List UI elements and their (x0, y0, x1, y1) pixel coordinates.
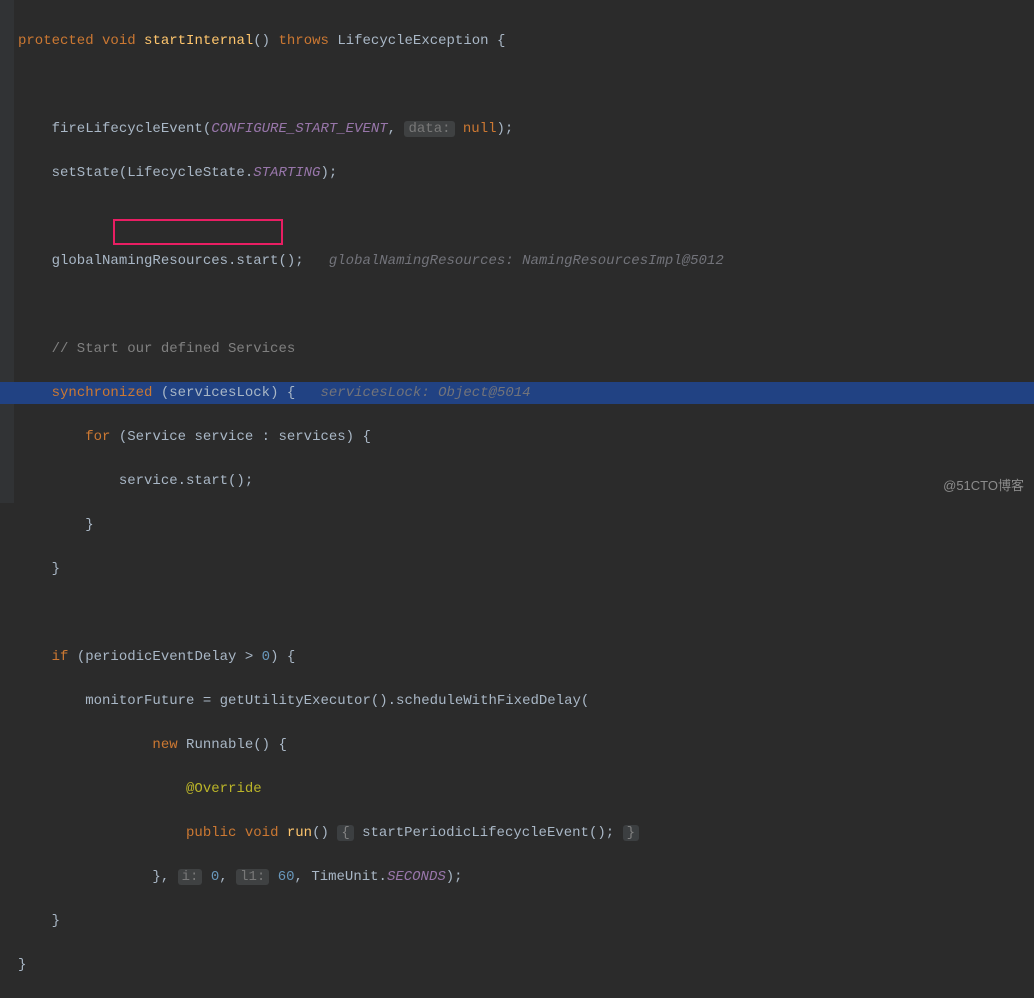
code-line[interactable]: } (0, 954, 1034, 976)
enum-constant: STARTING (253, 165, 320, 181)
indent (18, 781, 186, 797)
call: fireLifecycleEvent( (18, 121, 211, 137)
fold-marker[interactable]: } (623, 825, 639, 841)
code-line[interactable]: } (0, 558, 1034, 580)
keyword-if: if (52, 649, 69, 665)
paren: () (253, 33, 270, 49)
code-line[interactable]: for (Service service : services) { (0, 426, 1034, 448)
code-line[interactable]: service.start(); (0, 470, 1034, 492)
brace-close: } (18, 957, 26, 973)
indent (18, 825, 186, 841)
paren: () (312, 825, 337, 841)
call: globalNamingResources.start(); (18, 253, 329, 269)
number: 0 (211, 869, 219, 885)
paren-close: ); (320, 165, 337, 181)
comment-line[interactable]: // Start our defined Services (0, 338, 1034, 360)
paren: ( (152, 385, 169, 401)
keyword-void: void (245, 825, 279, 841)
comment: // Start our defined Services (18, 341, 295, 357)
debug-inline-value: globalNamingResources: NamingResourcesIm… (329, 253, 724, 269)
blank-line[interactable] (0, 74, 1034, 96)
space (236, 825, 244, 841)
keyword-public: public (186, 825, 236, 841)
number: 0 (262, 649, 270, 665)
keyword-protected: protected (18, 33, 94, 49)
cond: (periodicEventDelay > (68, 649, 261, 665)
debug-inline-value: servicesLock: Object@5014 (321, 385, 531, 401)
call: setState(LifecycleState. (18, 165, 253, 181)
space (278, 825, 286, 841)
blank-line[interactable] (0, 206, 1034, 228)
indent (18, 737, 152, 753)
keyword-void: void (102, 33, 136, 49)
enum-constant: SECONDS (387, 869, 446, 885)
constant: CONFIGURE_START_EVENT (211, 121, 387, 137)
space (202, 869, 210, 885)
blank-line[interactable] (0, 294, 1034, 316)
code-line[interactable]: fireLifecycleEvent(CONFIGURE_START_EVENT… (0, 118, 1034, 140)
code-line[interactable]: }, i: 0, l1: 60, TimeUnit.SECONDS); (0, 866, 1034, 888)
exception-type: LifecycleException { (337, 33, 505, 49)
keyword-throws: throws (278, 33, 328, 49)
current-execution-line[interactable]: synchronized (servicesLock) { servicesLo… (0, 382, 1034, 404)
brace: ) { (270, 649, 295, 665)
keyword-new: new (152, 737, 177, 753)
brace: ) { (270, 385, 320, 401)
param-hint: l1: (236, 869, 269, 885)
number: 60 (278, 869, 295, 885)
method-name: run (287, 825, 312, 841)
code-line[interactable]: globalNamingResources.start(); globalNam… (0, 250, 1034, 272)
folded-body: startPeriodicLifecycleEvent(); (354, 825, 623, 841)
paren-close: ); (497, 121, 514, 137)
keyword-synchronized: synchronized (52, 385, 153, 401)
keyword-for: for (85, 429, 110, 445)
call-highlighted: service.start(); (18, 473, 253, 489)
code-line[interactable]: @Override (0, 778, 1034, 800)
code-line[interactable]: } (0, 910, 1034, 932)
indent (18, 429, 85, 445)
indent (18, 649, 52, 665)
sep: , (219, 869, 236, 885)
brace-close: }, (18, 869, 178, 885)
param-hint: data: (404, 121, 454, 137)
watermark: @51CTO博客 (943, 475, 1024, 497)
type: Runnable() { (178, 737, 287, 753)
enum-access: , TimeUnit. (295, 869, 387, 885)
space (269, 869, 277, 885)
sep: , (388, 121, 405, 137)
code-line[interactable]: protected void startInternal() throws Li… (0, 30, 1034, 52)
annotation-override: @Override (186, 781, 262, 797)
indent (18, 385, 52, 401)
blank-line[interactable] (0, 602, 1034, 624)
code-line[interactable]: setState(LifecycleState.STARTING); (0, 162, 1034, 184)
brace-close: } (18, 517, 94, 533)
code-editor[interactable]: protected void startInternal() throws Li… (0, 0, 1034, 998)
brace-close: } (18, 913, 60, 929)
brace-close: } (18, 561, 60, 577)
keyword-null: null (463, 121, 497, 137)
fold-marker[interactable]: { (337, 825, 353, 841)
code-line[interactable]: if (periodicEventDelay > 0) { (0, 646, 1034, 668)
for-head: (Service service : services) { (110, 429, 370, 445)
code-line[interactable]: } (0, 514, 1034, 536)
code-line[interactable]: monitorFuture = getUtilityExecutor().sch… (0, 690, 1034, 712)
identifier: servicesLock (169, 385, 270, 401)
method-name: startInternal (144, 33, 253, 49)
space (455, 121, 463, 137)
call: monitorFuture = getUtilityExecutor().sch… (18, 693, 589, 709)
param-hint: i: (178, 869, 203, 885)
code-line[interactable]: new Runnable() { (0, 734, 1034, 756)
code-line[interactable]: public void run() { startPeriodicLifecyc… (0, 822, 1034, 844)
paren-close: ); (446, 869, 463, 885)
